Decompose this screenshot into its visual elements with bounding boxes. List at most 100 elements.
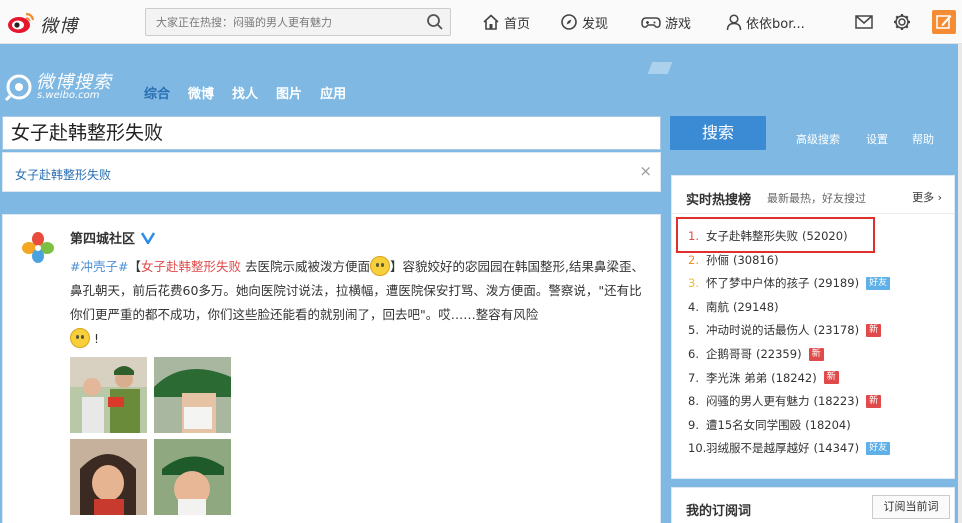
hot-search-item[interactable]: 10. 羽绒服不是越厚越好 (14347) 好友 (688, 438, 891, 458)
hot-item-rank: 8. (688, 394, 699, 409)
tab-apps[interactable]: 应用 (320, 83, 346, 102)
hot-search-item[interactable]: 9. 遭15名女同学围殴 (18204) (688, 415, 851, 435)
nav-home-label: 首页 (504, 16, 531, 32)
weibo-search-logo[interactable]: 微博搜索 s.weibo.com (4, 68, 119, 104)
post-image-4[interactable] (154, 439, 231, 515)
hot-item-rank: 10. (688, 441, 707, 456)
nav-games[interactable]: 游戏 (641, 12, 691, 32)
highlight-box (676, 217, 875, 253)
hot-item-rank: 7. (688, 370, 699, 385)
tab-weibo[interactable]: 微博 (188, 83, 214, 102)
hot-item-rank: 4. (688, 299, 699, 314)
post-image-2[interactable] (154, 357, 231, 433)
nav-home[interactable]: 首页 (482, 12, 530, 32)
nav-discover-label: 发现 (582, 16, 609, 32)
hot-item-count: (29189) (813, 276, 860, 291)
nav-user[interactable]: 依依bor... (726, 12, 805, 32)
user-icon (726, 14, 742, 31)
post-content: #冲壳子#【女子赴韩整形失败 去医院示威被泼方便面 】容貌姣好的宓园园在韩国整形,… (70, 255, 645, 351)
weibo-eye-icon (8, 12, 35, 33)
close-icon[interactable]: × (639, 164, 652, 179)
nav-discover[interactable]: 发现 (560, 12, 608, 32)
hot-search-item[interactable]: 6. 企鹅哥哥 (22359) 新 (688, 344, 824, 364)
post-hashtag[interactable]: #冲壳子# (70, 259, 128, 274)
weibo-logo[interactable]: 微博 (6, 7, 116, 37)
gear-icon[interactable] (891, 11, 913, 33)
search-logo-icon (4, 74, 32, 102)
hot-search-item[interactable]: 4. 南航 (29148) (688, 297, 779, 317)
feed-post-card: 第四城社区 #冲壳子#【女子赴韩整形失败 去医院示威被泼方便面 】容貌姣好的宓园园… (2, 214, 661, 523)
hot-item-label: 李光洙 弟弟 (706, 370, 768, 385)
hot-item-rank: 3. (688, 276, 699, 291)
hot-item-count: (22359) (756, 347, 802, 361)
hot-item-rank: 2. (688, 252, 699, 267)
new-badge: 新 (823, 371, 839, 385)
nav-games-label: 游戏 (665, 16, 692, 32)
hot-item-rank: 5. (688, 323, 699, 338)
scrollbar[interactable] (958, 44, 962, 523)
hot-search-item[interactable]: 5. 冲动时说的话最伤人 (23178) 新 (688, 320, 882, 340)
hot-item-count: (23178) (813, 323, 860, 338)
search-submit-button[interactable]: 搜索 (670, 116, 766, 150)
search-logo-en: s.weibo.com (37, 90, 100, 101)
hot-item-label: 企鹅哥哥 (706, 347, 752, 361)
hot-item-count: (14347) (813, 441, 860, 456)
post-text-end: ! (93, 331, 99, 346)
post-keyword-highlight[interactable]: 女子赴韩整形失败 (141, 259, 241, 274)
verified-icon (141, 231, 156, 244)
surprised-emoji-icon (369, 256, 390, 276)
hot-item-label: 遭15名女同学围殴 (706, 417, 802, 432)
hot-item-count: (29148) (733, 299, 779, 314)
top-navigation-bar: 微博 首页 发现 游戏 依依bor... (0, 0, 962, 44)
sweat-emoji-icon (70, 328, 90, 348)
avatar[interactable] (21, 231, 55, 271)
tab-people[interactable]: 找人 (232, 83, 258, 102)
friend-badge: 好友 (866, 276, 891, 290)
subscribe-current-button[interactable]: 订阅当前词 (872, 495, 950, 519)
logo-text: 微博 (40, 16, 78, 37)
global-search-input[interactable] (146, 9, 416, 35)
search-suggestion-bar: 女子赴韩整形失败 × (2, 152, 661, 192)
new-badge: 新 (866, 394, 882, 408)
search-query-input[interactable]: 女子赴韩整形失败 (2, 116, 661, 150)
post-image-1[interactable] (70, 357, 147, 433)
hot-item-label: 羽绒服不是越厚越好 (706, 441, 810, 456)
chevron-right-icon: › (937, 191, 942, 204)
search-tabs: 综合 微博 找人 图片 应用 (144, 83, 364, 102)
hot-search-item[interactable]: 3. 怀了梦中户体的孩子 (29189) 好友 (688, 273, 891, 293)
global-search-box (145, 8, 451, 36)
tab-images[interactable]: 图片 (276, 83, 302, 102)
hot-more-label: 更多 (912, 191, 935, 204)
bracket-close: 】 (389, 259, 403, 274)
advanced-search-link[interactable]: 高级搜索 (796, 131, 840, 147)
gamepad-icon (641, 17, 661, 28)
compose-button[interactable] (932, 10, 956, 34)
compose-icon (936, 15, 952, 29)
hot-item-rank: 9. (688, 417, 699, 432)
hot-item-label: 闷骚的男人更有魅力 (706, 394, 810, 409)
mail-icon[interactable] (853, 11, 875, 33)
suggestion-item[interactable]: 女子赴韩整形失败 (15, 166, 111, 183)
search-banner (0, 45, 962, 115)
help-link[interactable]: 帮助 (912, 131, 934, 147)
hot-item-rank: 6. (688, 347, 699, 361)
hot-panel-title: 实时热搜榜 (686, 193, 752, 208)
my-subscriptions-panel: 我的订阅词 订阅当前词 (671, 487, 955, 523)
search-icon[interactable] (426, 13, 444, 31)
author-name: 第四城社区 (70, 232, 136, 247)
nav-user-label: 依依bor... (746, 16, 805, 32)
hot-search-item[interactable]: 8. 闷骚的男人更有魅力 (18223) 新 (688, 391, 882, 411)
home-icon (483, 14, 499, 30)
new-badge: 新 (866, 323, 882, 337)
post-author[interactable]: 第四城社区 (70, 228, 156, 247)
hot-item-count: (18223) (813, 394, 860, 409)
post-image-3[interactable] (70, 439, 147, 515)
hot-panel-subtitle: 最新最热，好友搜过 (767, 192, 866, 205)
tab-comprehensive[interactable]: 综合 (144, 83, 170, 102)
settings-link[interactable]: 设置 (866, 131, 888, 147)
subscriptions-title: 我的订阅词 (686, 504, 752, 519)
hot-more-link[interactable]: 更多 › (912, 189, 942, 205)
bracket-open: 【 (128, 259, 141, 274)
hot-search-item[interactable]: 7. 李光洙 弟弟 (18242) 新 (688, 368, 839, 388)
hot-item-label: 孙俪 (706, 252, 729, 267)
